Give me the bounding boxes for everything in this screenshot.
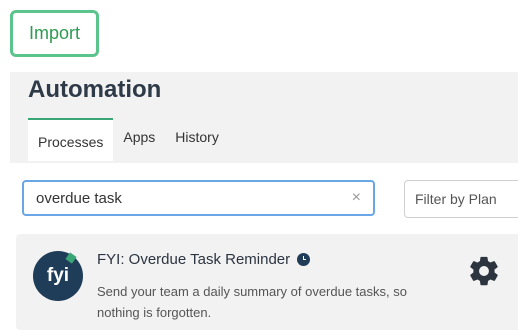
- tab-apps[interactable]: Apps: [113, 118, 165, 156]
- tab-history[interactable]: History: [165, 118, 229, 156]
- process-card[interactable]: fyi FYI: Overdue Task Reminder Send your…: [16, 234, 518, 330]
- process-title-row: FYI: Overdue Task Reminder: [97, 251, 311, 268]
- clock-icon: [297, 253, 311, 266]
- page-title: Automation: [28, 76, 162, 103]
- tab-processes[interactable]: Processes: [28, 118, 114, 161]
- import-button[interactable]: Import: [10, 10, 99, 57]
- filter-placeholder: Filter by Plan: [415, 191, 497, 207]
- filter-by-plan-field[interactable]: Filter by Plan: [404, 180, 518, 218]
- clear-icon[interactable]: ×: [352, 189, 361, 207]
- process-title[interactable]: FYI: Overdue Task Reminder: [97, 251, 290, 268]
- process-description: Send your team a daily summary of overdu…: [97, 284, 407, 320]
- page-header: Automation Processes Apps History: [10, 72, 518, 163]
- gear-icon[interactable]: [467, 254, 501, 288]
- logo-text: fyi: [46, 265, 70, 286]
- search-value[interactable]: overdue task: [36, 190, 352, 207]
- tab-bar: Processes Apps History: [28, 118, 229, 163]
- search-input[interactable]: overdue task ×: [22, 180, 375, 216]
